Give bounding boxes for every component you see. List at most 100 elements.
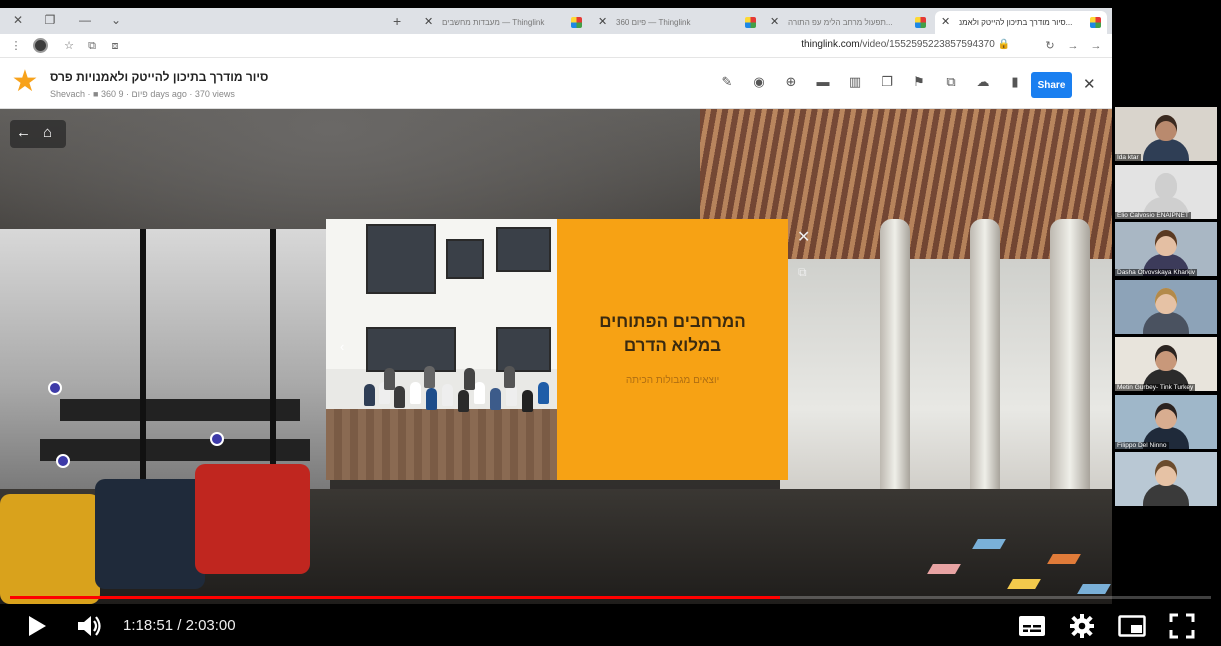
participant-tile[interactable]: Filippo Del Ninno: [1115, 394, 1217, 449]
browser-tab[interactable]: ✕ מעבדות מחשבים — Thinglink: [418, 11, 588, 34]
stats-icon[interactable]: ▥: [846, 74, 864, 90]
window-restore-icon[interactable]: ❐: [42, 12, 58, 28]
miniplayer-icon: [1118, 615, 1146, 637]
url-host: thinglink.com: [801, 39, 860, 50]
scene-meta: Shevach · ■ 360 פיום · 9 days ago · 370 …: [50, 89, 235, 99]
window-minimize-icon[interactable]: —: [77, 12, 93, 28]
hotspot-marker[interactable]: [56, 454, 70, 468]
cloud-download-icon[interactable]: ☁: [974, 74, 992, 90]
tab-close-icon[interactable]: ✕: [770, 11, 779, 34]
folder-name[interactable]: 360 פיום: [101, 89, 148, 99]
reload-icon[interactable]: ↻: [1042, 38, 1058, 54]
thinglink-favicon-icon: [915, 17, 926, 28]
popup-title: המרחבים הפתוחים במלוא הדרם: [599, 312, 746, 355]
mute-button[interactable]: [76, 613, 104, 639]
home-icon[interactable]: ⌂: [43, 124, 52, 141]
video-player[interactable]: ✕ ❐ — ⌄ + ✕ מעבדות מחשבים — Thinglink ✕ …: [0, 0, 1221, 646]
settings-button[interactable]: [1068, 613, 1096, 639]
browser-tab[interactable]: ✕ 360 פיום — Thinglink: [592, 11, 762, 34]
gallery-prev-icon[interactable]: ‹: [340, 339, 344, 354]
participant-tile[interactable]: [1115, 452, 1217, 506]
building-window: [366, 224, 436, 294]
new-tab-icon[interactable]: +: [393, 13, 401, 29]
window-mullion: [140, 229, 146, 509]
hotspot-marker[interactable]: [210, 432, 224, 446]
students-group: [354, 364, 554, 424]
yellow-armchair: [0, 494, 100, 604]
subtitles-button[interactable]: [1018, 613, 1046, 639]
folder-move-icon[interactable]: ▬: [814, 74, 832, 90]
participant-avatar: [1155, 402, 1177, 429]
participant-avatar: [1155, 460, 1177, 486]
participant-tile[interactable]: [1115, 279, 1217, 334]
scene-date: 9 days ago: [118, 89, 187, 99]
tab-search-icon[interactable]: ⌄: [108, 12, 124, 28]
current-time: 1:18:51: [123, 617, 174, 634]
floor-tile: [927, 564, 961, 574]
trash-icon[interactable]: ▮: [1006, 74, 1024, 90]
lock-icon: 🔒: [997, 39, 1010, 50]
progress-bar[interactable]: [10, 596, 1211, 599]
profile-avatar[interactable]: [33, 38, 48, 53]
time-display: 1:18:51 / 2:03:00: [123, 617, 236, 634]
desk-row: [60, 399, 300, 421]
thinglink-star-logo-icon: ★: [11, 65, 39, 98]
participant-name: Ida ktar: [1115, 154, 1141, 161]
owner-name[interactable]: Shevach: [50, 89, 85, 99]
browser-tab-active[interactable]: ✕ סיור מודרך בתיכון להייטק ולאמנ...: [935, 11, 1107, 34]
scene-title: סיור מודרך בתיכון להייטק ולאמנויות פרס: [50, 70, 269, 84]
fullscreen-button[interactable]: [1168, 613, 1196, 639]
address-bar[interactable]: thinglink.com/video/1552595223857594370 …: [780, 39, 1010, 50]
edit-pencil-icon[interactable]: ✎: [718, 74, 736, 90]
popup-close-icon[interactable]: ✕: [797, 227, 810, 247]
participant-avatar: [1155, 345, 1177, 371]
scene-nav: ← ⌂: [10, 120, 66, 148]
bookmark-star-icon[interactable]: ☆: [61, 38, 77, 54]
back-icon[interactable]: →: [1088, 38, 1104, 54]
participant-avatar: [1155, 115, 1177, 141]
participant-avatar: [1155, 287, 1177, 314]
miniplayer-button[interactable]: [1118, 613, 1146, 639]
hotspot-popup: ‹ המרחבים הפתוחים במלוא הדרם יוצאים מגבו…: [326, 219, 788, 480]
tab-close-icon[interactable]: ✕: [598, 11, 607, 34]
preview-eye-icon[interactable]: ◉: [750, 74, 768, 90]
floor-tile: [1077, 584, 1111, 594]
play-button[interactable]: [23, 613, 51, 639]
hotspot-marker[interactable]: [48, 381, 62, 395]
floor-tile: [1047, 554, 1081, 564]
url-path: /video/1552595223857594370: [859, 39, 995, 50]
tab-groups-icon[interactable]: ⧉: [84, 38, 100, 54]
thinglink-favicon-icon: [1090, 17, 1101, 28]
progress-played: [10, 596, 780, 599]
participant-tile[interactable]: Elio Calvosio ENAIPNET: [1115, 164, 1217, 219]
browser-toolbar: ⋮ ☆ ⧉ ⧈ thinglink.com/video/155259522385…: [0, 34, 1112, 58]
vr-view-icon[interactable]: ⊕: [782, 74, 800, 90]
extensions-icon[interactable]: ⧈: [107, 38, 123, 54]
tab-close-icon[interactable]: ✕: [424, 11, 433, 34]
embed-icon[interactable]: ⧉: [942, 74, 960, 90]
thinglink-favicon-icon: [745, 17, 756, 28]
window-close-icon[interactable]: ✕: [10, 12, 26, 28]
forward-icon[interactable]: →: [1065, 38, 1081, 54]
volume-icon: [78, 616, 101, 636]
thinglink-favicon-icon: [571, 17, 582, 28]
folder-icon: ■: [93, 89, 99, 99]
browser-tab[interactable]: ✕ תפעול מרחב הלימ עפ התורה...: [764, 11, 932, 34]
copy-icon[interactable]: ❐: [878, 74, 896, 90]
share-button[interactable]: Share: [1031, 72, 1072, 98]
browser-menu-icon[interactable]: ⋮: [8, 38, 24, 54]
close-scene-icon[interactable]: ✕: [1083, 75, 1096, 93]
back-arrow-icon[interactable]: ←: [16, 124, 31, 141]
participant-tile[interactable]: Dasha Otvovskaya Kharkiv: [1115, 222, 1217, 276]
participant-tile[interactable]: Ida ktar: [1115, 107, 1217, 161]
tab-close-icon[interactable]: ✕: [941, 11, 950, 34]
building-window: [496, 227, 551, 272]
building-window: [446, 239, 484, 279]
participant-tile[interactable]: Metin Gürbey- Tink Turkey: [1115, 337, 1217, 391]
editor-toolbar: ✎ ◉ ⊕ ▬ ▥ ❐ ⚑ ⧉ ☁ ▮: [718, 74, 1024, 90]
flag-icon[interactable]: ⚑: [910, 74, 928, 90]
popup-subtitle: יוצאים מגבולות הכיתה: [625, 375, 720, 386]
popup-expand-icon[interactable]: ⧉: [798, 265, 807, 280]
participant-name: Metin Gürbey- Tink Turkey: [1115, 384, 1196, 391]
participants-strip: Ida ktar Elio Calvosio ENAIPNET Dasha Otvo…: [1115, 107, 1220, 507]
